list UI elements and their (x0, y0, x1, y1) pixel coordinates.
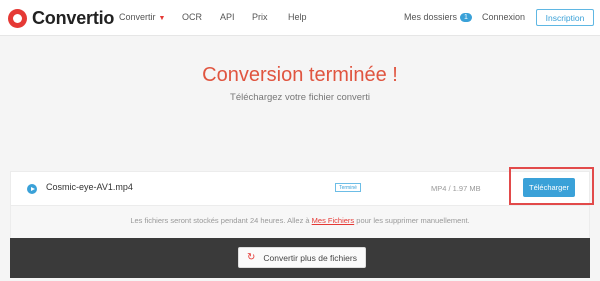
nav-help[interactable]: Help (288, 12, 307, 22)
logo[interactable]: Convertio (8, 8, 114, 28)
nav-convertir[interactable]: Convertir ▼ (119, 12, 165, 22)
chevron-down-icon: ▼ (158, 15, 166, 22)
convert-more-label: Convertir plus de fichiers (263, 252, 357, 263)
refresh-icon: ↻ (247, 251, 256, 263)
nav-prix[interactable]: Prix (252, 12, 268, 22)
logo-text: Convertio (32, 7, 115, 28)
my-files-notice-link[interactable]: Mes Fichiers (312, 216, 355, 225)
play-icon[interactable] (27, 184, 37, 194)
my-files-label: Mes dossiers (404, 12, 458, 22)
page-subtitle: Téléchargez votre fichier converti (230, 92, 370, 103)
download-button[interactable]: Télécharger (523, 178, 575, 197)
convert-more-button[interactable]: ↻ Convertir plus de fichiers (238, 247, 366, 268)
storage-notice: Les fichiers seront stockés pendant 24 h… (10, 206, 590, 238)
notice-text-before: Les fichiers seront stockés pendant 24 h… (130, 216, 312, 225)
notice-text-after: pour les supprimer manuellement. (354, 216, 470, 225)
top-header: Convertio Convertir ▼ OCR API Prix Help M… (0, 0, 600, 36)
file-size: MP4 / 1.97 MB (431, 184, 481, 193)
nav-ocr[interactable]: OCR (182, 12, 202, 22)
convertio-logo-icon (8, 8, 27, 28)
status-badge: Terminé (335, 183, 361, 192)
file-row: Cosmic-eye-AV1.mp4 Terminé MP4 / 1.97 MB… (10, 167, 594, 206)
nav-api[interactable]: API (220, 12, 235, 22)
page-title: Conversion terminée ! (202, 64, 398, 86)
footer-bar: ↻ Convertir plus de fichiers (10, 238, 590, 278)
login-link[interactable]: Connexion (482, 12, 525, 22)
my-files-link[interactable]: Mes dossiers 1 (404, 12, 472, 22)
file-name: Cosmic-eye-AV1.mp4 (46, 182, 133, 192)
signup-button[interactable]: Inscription (536, 9, 594, 26)
my-files-count-badge: 1 (460, 13, 472, 22)
nav-convertir-label: Convertir (119, 12, 156, 22)
